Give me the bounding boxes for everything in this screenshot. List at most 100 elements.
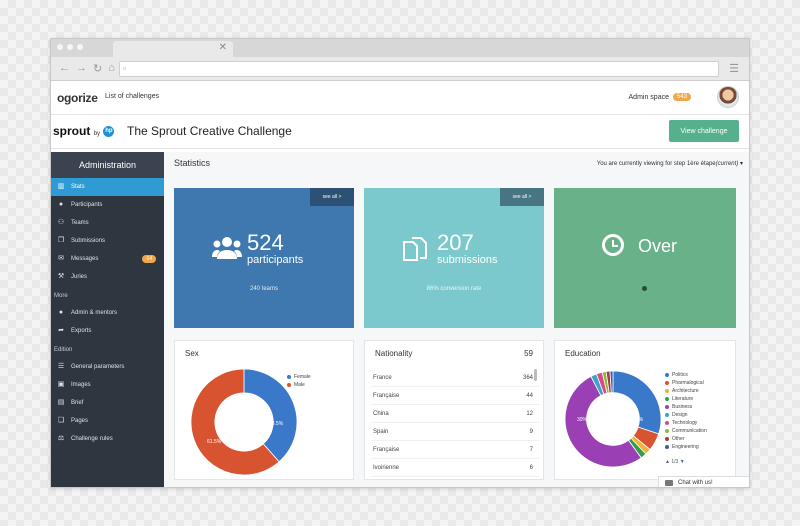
app-logo[interactable]: ogorize bbox=[57, 91, 98, 105]
sidebar-item-label: Challenge rules bbox=[71, 436, 113, 442]
sidebar-item-juries[interactable]: ⚒ Juries bbox=[51, 268, 164, 286]
nationality-count: 59 bbox=[524, 349, 533, 358]
nationality-name: Ivoirienne bbox=[373, 465, 400, 471]
legend-label: Engineering bbox=[672, 444, 699, 450]
table-row: China 12 bbox=[371, 405, 539, 423]
pager-up-icon[interactable]: ▲ bbox=[665, 459, 670, 465]
legend-item[interactable]: Literature bbox=[665, 395, 707, 403]
sidebar-item-messages[interactable]: ✉ Messages 14 bbox=[51, 250, 164, 268]
sidebar-item-label: Stats bbox=[71, 184, 85, 190]
avatar[interactable] bbox=[717, 86, 739, 108]
participants-see-all-button[interactable]: see all > bbox=[310, 188, 354, 206]
legend-label: Communication bbox=[672, 428, 707, 434]
admin-badge: 543 bbox=[672, 93, 691, 101]
sidebar-item-admin-mentors[interactable]: ● Admin & mentors bbox=[51, 304, 164, 322]
copy-icon: ❏ bbox=[57, 417, 65, 424]
sidebar-item-challenge-rules[interactable]: ⚖ Challenge rules bbox=[51, 430, 164, 448]
envelope-icon: ✉ bbox=[58, 255, 64, 262]
legend-item[interactable]: Male bbox=[287, 381, 311, 389]
table-row: Française 44 bbox=[371, 387, 539, 405]
legend-item[interactable]: Female bbox=[287, 373, 311, 381]
admin-space-link[interactable]: Admin space 543 bbox=[629, 93, 691, 101]
close-tab-icon[interactable]: ✕ bbox=[219, 42, 227, 53]
window-controls[interactable] bbox=[57, 44, 83, 50]
nationality-value: 7 bbox=[529, 447, 533, 453]
submissions-see-all-button[interactable]: see all > bbox=[500, 188, 544, 206]
scrollbar[interactable] bbox=[534, 369, 537, 381]
bar-chart-icon: ▥ bbox=[57, 183, 65, 190]
nationality-value: 44 bbox=[526, 393, 533, 399]
legend-item[interactable]: Engineering bbox=[665, 443, 707, 451]
sidebar-item-stats[interactable]: ▥ Stats bbox=[51, 178, 164, 196]
sex-donut-chart: 38.5% 61.5% bbox=[190, 368, 298, 476]
browser-tab[interactable]: ✕ bbox=[113, 41, 233, 57]
browser-titlebar: ✕ bbox=[51, 39, 749, 57]
legend-label: Other bbox=[672, 436, 685, 442]
sidebar-item-submissions[interactable]: ❐ Submissions bbox=[51, 232, 164, 250]
legend-swatch bbox=[665, 397, 669, 401]
pager-down-icon[interactable]: ▼ bbox=[680, 459, 685, 465]
page-title: Statistics bbox=[174, 158, 211, 168]
legend-label: Politics bbox=[672, 372, 688, 378]
legend-item[interactable]: Architecture bbox=[665, 387, 707, 395]
browser-toolbar: ← → ↻ ⌂ ▫ ☰ bbox=[51, 57, 749, 81]
legend-item[interactable]: Politics bbox=[665, 371, 707, 379]
sidebar-item-participants[interactable]: ● Participants bbox=[51, 196, 164, 214]
sidebar-item-teams[interactable]: ⚇ Teams bbox=[51, 214, 164, 232]
sex-title: Sex bbox=[185, 349, 199, 358]
nationality-value: 364 bbox=[522, 375, 533, 381]
carousel-dot[interactable] bbox=[642, 286, 647, 291]
legend-item[interactable]: Communication bbox=[665, 427, 707, 435]
legend-label: Design bbox=[672, 412, 688, 418]
table-row: Française 7 bbox=[371, 441, 539, 459]
sidebar-item-general-parameters[interactable]: ☰ General parameters bbox=[51, 358, 164, 376]
list-of-challenges-link[interactable]: List of challenges bbox=[105, 93, 159, 100]
sidebar-item-exports[interactable]: ➦ Exports bbox=[51, 322, 164, 340]
step-selector[interactable]: You are currently viewing for step 1ère … bbox=[597, 160, 743, 167]
donut-slice-politics[interactable] bbox=[612, 370, 662, 435]
legend-item[interactable]: Design bbox=[665, 411, 707, 419]
legend-item[interactable]: Technology bbox=[665, 419, 707, 427]
table-row: Spain 9 bbox=[371, 423, 539, 441]
legend-item[interactable]: Business bbox=[665, 403, 707, 411]
chat-widget[interactable]: Chat with us! bbox=[658, 476, 749, 487]
rules-icon: ⚖ bbox=[57, 435, 65, 442]
legend-swatch bbox=[665, 381, 669, 385]
file-icon: ▤ bbox=[57, 399, 65, 406]
reload-icon[interactable]: ↻ bbox=[93, 62, 102, 75]
brand-name: sprout bbox=[53, 124, 91, 138]
legend-pager[interactable]: ▲ 1/3 ▼ bbox=[665, 459, 685, 465]
sidebar-item-images[interactable]: ▣ Images bbox=[51, 376, 164, 394]
nationality-list: France 364 Française 44 China 12 Spain 9 Françai… bbox=[371, 369, 539, 477]
nationality-name: Française bbox=[373, 447, 400, 453]
sidebar-section-more: More bbox=[54, 293, 68, 299]
sidebar-item-label: Admin & mentors bbox=[71, 310, 118, 316]
messages-badge: 14 bbox=[142, 255, 156, 263]
submissions-label: submissions bbox=[437, 254, 498, 266]
user-icon: ● bbox=[58, 201, 64, 208]
sidebar-section-edition: Edition bbox=[54, 347, 73, 353]
legend-item[interactable]: Other bbox=[665, 435, 707, 443]
legend-item[interactable]: Pharmalogical bbox=[665, 379, 707, 387]
address-bar[interactable]: ▫ bbox=[119, 61, 719, 79]
nationality-value: 6 bbox=[529, 465, 533, 471]
sidebar-item-label: Teams bbox=[71, 220, 89, 226]
home-icon[interactable]: ⌂ bbox=[108, 62, 115, 75]
browser-menu-icon[interactable]: ☰ bbox=[729, 62, 739, 75]
view-challenge-button[interactable]: View challenge bbox=[669, 120, 739, 142]
sidebar-item-label: Images bbox=[71, 382, 91, 388]
forward-icon[interactable]: → bbox=[76, 62, 87, 75]
education-donut-chart: 30% 52.4% bbox=[564, 370, 662, 468]
education-card: Education 30% 52.4% Politics Pharmalogical… bbox=[554, 340, 736, 480]
page-icon: ▫ bbox=[123, 63, 127, 73]
url-input[interactable] bbox=[120, 65, 718, 79]
challenge-bar: sprout by hp The Sprout Creative Challen… bbox=[51, 115, 749, 149]
sidebar-item-brief[interactable]: ▤ Brief bbox=[51, 394, 164, 412]
sidebar-item-pages[interactable]: ❏ Pages bbox=[51, 412, 164, 430]
gavel-icon: ⚒ bbox=[57, 273, 65, 280]
data-label: 30% bbox=[577, 417, 588, 423]
sidebar: Administration ▥ Stats ● Participants ⚇ Teams… bbox=[51, 152, 164, 487]
back-icon[interactable]: ← bbox=[59, 62, 70, 75]
sidebar-item-label: General parameters bbox=[71, 364, 125, 370]
legend-swatch bbox=[665, 413, 669, 417]
